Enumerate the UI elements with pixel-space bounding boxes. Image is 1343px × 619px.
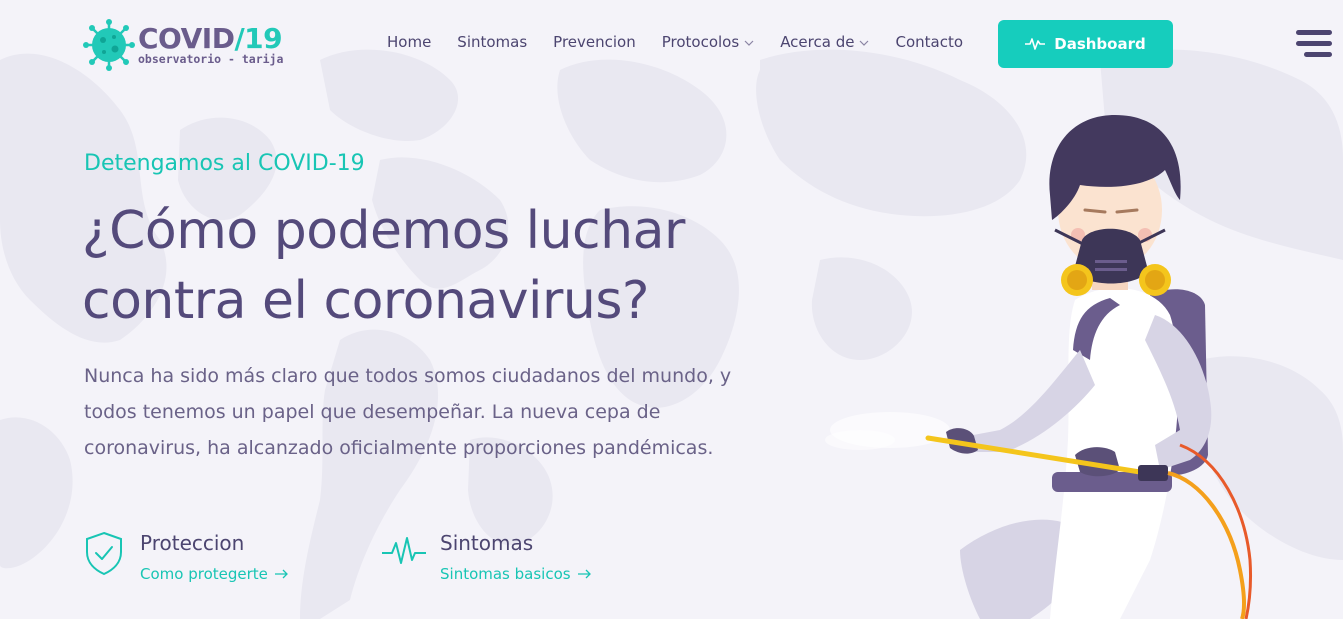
feature-sintomas: Sintomas Sintomas basicos: [382, 530, 592, 583]
dashboard-button[interactable]: Dashboard: [998, 20, 1173, 68]
shield-check-icon: [86, 531, 122, 576]
site-logo[interactable]: COVID/19 observatorio - tarija: [82, 18, 292, 72]
arrow-right-icon: [577, 569, 591, 579]
feature-proteccion: Proteccion Como protegerte: [82, 530, 289, 583]
logo-title: COVID/19: [138, 21, 283, 55]
hero-description: Nunca ha sido más claro que todos somos …: [84, 365, 732, 459]
pulse-icon: [382, 537, 426, 564]
nav-item-acerca-de[interactable]: Acerca de: [780, 33, 869, 51]
como-protegerte-link[interactable]: Como protegerte: [140, 565, 289, 583]
nav-item-protocolos[interactable]: Protocolos: [662, 33, 754, 51]
nav-item-prevencion[interactable]: Prevencion: [553, 33, 636, 51]
hero-kicker: Detengamos al COVID-19: [84, 151, 365, 176]
logo-subtitle: observatorio - tarija: [138, 51, 284, 66]
hero-headline: ¿Cómo podemos luchar contra el coronavir…: [82, 201, 685, 331]
hamburger-icon[interactable]: [1296, 30, 1332, 58]
nav-item-contacto[interactable]: Contacto: [895, 33, 963, 51]
feature-title: Proteccion: [140, 531, 245, 555]
arrow-right-icon: [274, 569, 288, 579]
nav-item-home[interactable]: Home: [387, 33, 431, 51]
nav-item-sintomas[interactable]: Sintomas: [457, 33, 527, 51]
virus-icon: [83, 19, 135, 71]
sintomas-basicos-link[interactable]: Sintomas basicos: [440, 565, 592, 583]
feature-title: Sintomas: [440, 531, 534, 555]
main-nav: Home Sintomas Prevencion Protocolos Acer…: [387, 33, 989, 51]
chevron-down-icon: [860, 40, 869, 46]
chevron-down-icon: [744, 40, 754, 46]
pulse-icon: [1025, 38, 1046, 50]
dashboard-label: Dashboard: [1054, 35, 1146, 53]
disinfection-worker-illustration: [825, 115, 1252, 619]
